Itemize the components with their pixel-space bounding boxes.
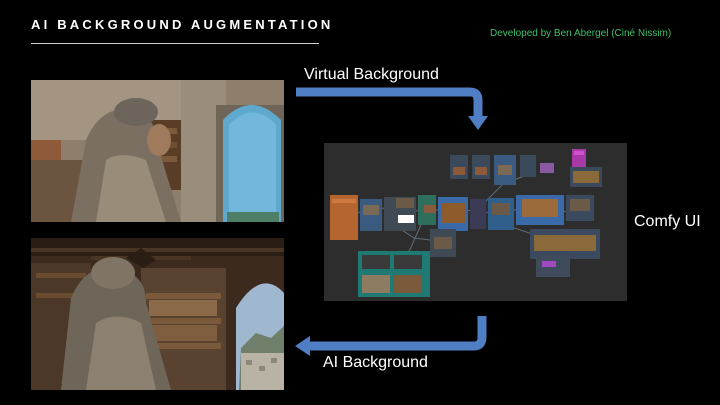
ai-background-label: AI Background xyxy=(323,354,428,371)
comfy-to-ai-arrowhead xyxy=(295,336,310,356)
comfy-to-ai-arrow xyxy=(310,316,487,351)
comfy-ui-label: Comfy UI xyxy=(634,213,701,230)
virtual-background-label: Virtual Background xyxy=(304,66,439,83)
virtual-to-comfy-arrow xyxy=(296,87,483,116)
virtual-to-comfy-arrowhead xyxy=(468,116,488,130)
flow-arrows xyxy=(295,87,488,356)
